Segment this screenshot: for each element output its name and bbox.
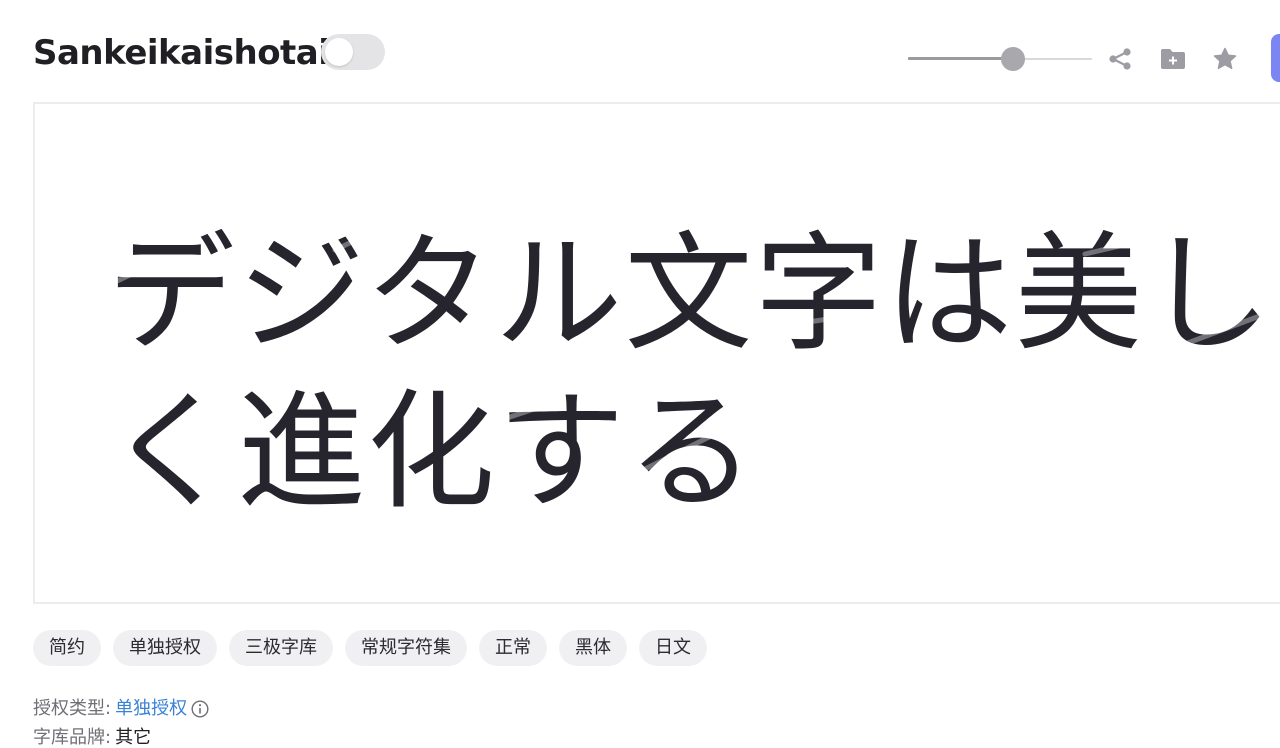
preview-toggle[interactable] (321, 34, 385, 70)
brand-label: 字库品牌: (33, 727, 112, 748)
info-icon[interactable] (191, 699, 209, 718)
tag-chip[interactable]: 三极字库 (229, 630, 333, 666)
license-link[interactable]: 单独授权 (115, 694, 187, 723)
tag-list: 简约 单独授权 三极字库 常规字符集 正常 黑体 日文 (33, 630, 707, 666)
share-button[interactable] (1106, 45, 1134, 73)
font-info: 授权类型: 单独授权 字库品牌: 其它 (33, 694, 209, 748)
tag-chip[interactable]: 简约 (33, 630, 101, 666)
favorite-icon (1213, 47, 1237, 70)
brand-value: 其它 (115, 727, 152, 748)
toggle-knob (325, 38, 353, 66)
license-row: 授权类型: 单独授权 (33, 694, 209, 723)
font-detail-page: Sankeikaishotai デジタル文字は美しく進化する 简约 单独授权 三… (0, 0, 1280, 748)
add-to-folder-icon (1161, 49, 1185, 69)
share-icon (1109, 48, 1131, 70)
font-preview-area[interactable]: デジタル文字は美しく進化する (33, 102, 1280, 604)
font-title: Sankeikaishotai (33, 33, 330, 73)
font-size-slider[interactable] (908, 46, 1092, 72)
tag-chip[interactable]: 黑体 (559, 630, 627, 666)
add-to-folder-button[interactable] (1159, 45, 1187, 73)
tag-chip[interactable]: 常规字符集 (345, 630, 467, 666)
side-action-tab[interactable] (1271, 34, 1280, 82)
brand-row: 字库品牌: 其它 (33, 723, 209, 748)
tag-chip[interactable]: 日文 (639, 630, 707, 666)
slider-fill (908, 57, 1013, 60)
favorite-button[interactable] (1211, 45, 1239, 73)
preview-sample-text: デジタル文字は美しく進化する (107, 220, 1275, 527)
license-label: 授权类型: (33, 698, 112, 719)
slider-thumb[interactable] (1001, 47, 1025, 71)
tag-chip[interactable]: 单独授权 (113, 630, 217, 666)
tag-chip[interactable]: 正常 (479, 630, 547, 666)
